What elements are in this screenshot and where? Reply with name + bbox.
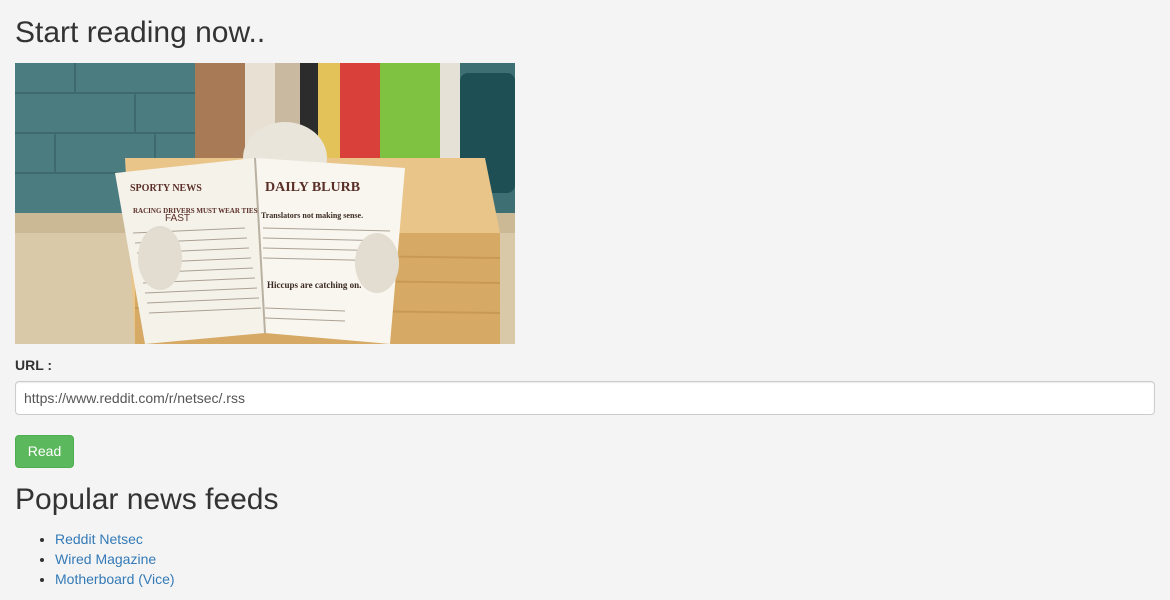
feed-link-wired-magazine[interactable]: Wired Magazine [55,551,156,567]
paper-right-title: DAILY BLURB [265,180,360,195]
list-item: Reddit Netsec [55,529,1155,549]
paper-left-title: SPORTY NEWS [130,183,202,194]
list-item: Wired Magazine [55,549,1155,569]
url-label: URL : [15,357,53,373]
paper-right-headline: Translators not making sense. [261,211,363,220]
read-button[interactable]: Read [15,435,74,468]
paper-left-headline: RACING DRIVERS MUST WEAR TIES [133,207,258,215]
paper-right-story: Hiccups are catching on. [267,280,361,290]
page-container: Start reading now.. SPORTY NEWS RACING D… [0,0,1170,589]
feeds-heading: Popular news feeds [15,483,279,516]
page-title: Start reading now.. [15,16,266,49]
paper-left-badge: FAST [165,213,190,224]
feed-link-motherboard-vice[interactable]: Motherboard (Vice) [55,571,175,587]
list-item: Motherboard (Vice) [55,569,1155,589]
url-input[interactable] [15,381,1155,415]
hero-image: SPORTY NEWS RACING DRIVERS MUST WEAR TIE… [15,63,515,344]
feed-link-reddit-netsec[interactable]: Reddit Netsec [55,531,143,547]
feeds-list: Reddit Netsec Wired Magazine Motherboard… [15,529,1155,589]
